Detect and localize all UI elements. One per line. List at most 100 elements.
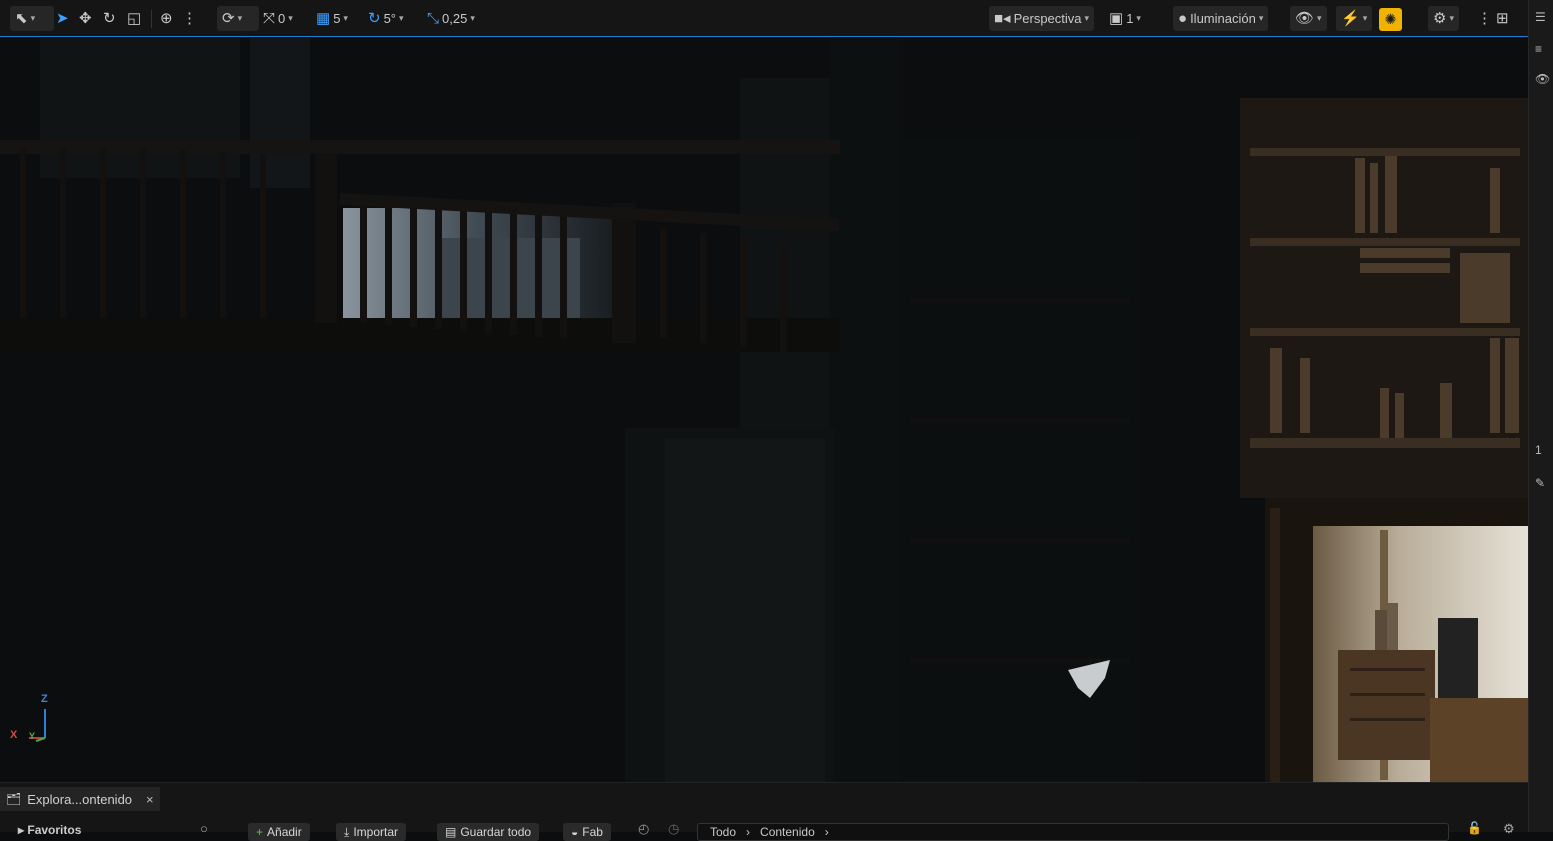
performance-dropdown[interactable]: ⚡ ▾	[1336, 6, 1373, 31]
magnet-icon: ⟳	[222, 10, 235, 27]
coordinate-system-button[interactable]: ⊕	[160, 6, 173, 31]
globe-icon: ⊕	[160, 10, 173, 27]
favorites-expander[interactable]: ▸ Favoritos	[18, 823, 81, 837]
translate-tool-button[interactable]: ✥	[79, 6, 92, 31]
realtime-icon: ✺	[1384, 11, 1397, 27]
axis-gizmo: Z X Y	[8, 693, 56, 745]
save-icon: ▤	[445, 825, 457, 839]
grid-snap-dropdown[interactable]: ▦ 5 ▾	[316, 6, 348, 31]
sphere-icon: ●	[1178, 10, 1188, 27]
camera-speed-dropdown[interactable]: ▣ 1 ▾	[1109, 6, 1141, 31]
import-icon: ⤓	[344, 824, 350, 839]
content-browser-toolbar: ▸ Favoritos ○ + Añadir ⤓ Importar ▤ Guar…	[0, 819, 1528, 841]
fab-icon: ◒	[571, 825, 579, 839]
camera-speed-icon: ▣	[1109, 10, 1124, 27]
content-browser: 🗂 Explora...ontenido × ▸ Favoritos ○ + A…	[0, 782, 1528, 841]
rotate-icon: ↻	[103, 10, 116, 27]
eye-icon: 👁	[1295, 10, 1315, 27]
view-mode-dropdown[interactable]: ■◂ Perspectiva ▾	[989, 6, 1095, 31]
layout-grid-icon: ⊞	[1496, 10, 1509, 27]
close-icon[interactable]: ×	[146, 792, 154, 807]
translate-snap-dropdown[interactable]: ⤧ 0 ▾	[263, 6, 293, 31]
viewport-toolbar: ⬉ ▾ ➤ ✥ ↻ ◱ ⊕ ⋮ ⟳ ▾ ⤧ 0 ▾ ▦ 5 ▾ ↻ 5° ▾ ⤡ 0,25…	[0, 0, 1528, 37]
tab-content-browser[interactable]: 🗂 Explora...ontenido ×	[0, 787, 160, 811]
breadcrumb-item-content[interactable]: Contenido	[760, 825, 815, 839]
chevron-down-icon: ▾	[237, 13, 243, 23]
import-label: Importar	[353, 825, 398, 839]
save-all-label: Guardar todo	[460, 825, 532, 839]
camera-speed-value: 1	[1126, 11, 1134, 26]
chevron-down-icon: ▾	[1317, 13, 1322, 23]
lighting-mode-dropdown[interactable]: ● Iluminación ▾	[1173, 6, 1269, 31]
add-button[interactable]: + Añadir	[248, 823, 310, 841]
scale-snap-icon: ⤡	[427, 10, 440, 27]
axis-y-label: Y	[29, 731, 36, 741]
chevron-down-icon: ▾	[1449, 13, 1454, 23]
tab-label: Explora...ontenido	[27, 791, 133, 807]
scale-tool-button[interactable]: ◱	[127, 6, 141, 31]
chevron-down-icon: ▾	[1362, 13, 1368, 23]
chevron-down-icon: ▾	[399, 13, 404, 23]
level-viewport[interactable]: Z X Y	[0, 38, 1528, 782]
grid-snap-value: 5	[333, 11, 341, 26]
plus-icon: +	[256, 825, 264, 839]
select-mode-dropdown[interactable]: ⬉ ▾	[10, 6, 54, 31]
lock-icon[interactable]: 🔓	[1467, 821, 1482, 835]
fab-button[interactable]: ◒ Fab	[563, 823, 611, 841]
move-icon: ✥	[79, 10, 92, 27]
show-flags-dropdown[interactable]: 👁 ▾	[1290, 6, 1327, 31]
lighting-mode-label: Iluminación	[1190, 11, 1256, 26]
viewport-options-button[interactable]: ⋮	[1477, 6, 1492, 31]
folder-icon: 🗂	[6, 792, 22, 806]
list-icon[interactable]: ☰	[1535, 10, 1546, 24]
cursor-select-icon: ⬉	[15, 10, 28, 27]
viewport-settings-dropdown[interactable]: ⚙ ▾	[1428, 6, 1459, 31]
save-all-button[interactable]: ▤ Guardar todo	[437, 823, 540, 841]
rotation-snap-value: 5°	[383, 11, 397, 26]
details-panel-collapsed: ☰ ≡ 👁 1 ✎	[1528, 0, 1553, 832]
layout-button[interactable]: ⊞	[1496, 6, 1509, 31]
forward-icon[interactable]: ◷	[668, 821, 679, 837]
gear-icon[interactable]: ⚙	[1503, 821, 1515, 837]
favorites-label: Favoritos	[27, 823, 82, 837]
marker-label: 1	[1535, 443, 1542, 457]
chevron-down-icon: ▾	[470, 13, 475, 23]
chevron-down-icon: ▾	[1136, 13, 1141, 23]
edit-icon[interactable]: ✎	[1535, 476, 1545, 490]
kebab-menu-icon: ⋮	[1477, 10, 1492, 27]
scale-snap-value: 0,25	[442, 11, 468, 26]
chevron-down-icon: ▾	[30, 13, 36, 23]
filter-icon[interactable]: ≡	[1535, 42, 1542, 56]
kebab-menu-icon: ⋮	[182, 10, 197, 27]
surface-snap-dropdown[interactable]: ⟳ ▾	[217, 6, 259, 31]
arrow-pointer-icon: ➤	[56, 10, 69, 27]
scene-render	[0, 38, 1528, 782]
camera-icon: ■◂	[994, 10, 1011, 27]
gear-icon: ⚙	[1433, 10, 1447, 27]
chevron-right-icon: ›	[746, 825, 751, 839]
performance-icon: ⚡	[1341, 10, 1360, 27]
breadcrumb-item-all[interactable]: Todo	[710, 825, 736, 839]
chevron-right-icon: ›	[824, 825, 829, 839]
more-options-button[interactable]: ⋮	[182, 6, 197, 31]
breadcrumb: Todo › Contenido ›	[697, 823, 1449, 841]
chevron-down-icon: ▾	[288, 13, 293, 23]
eye-icon[interactable]: 👁	[1535, 72, 1550, 86]
scale-icon: ◱	[127, 10, 142, 27]
rotation-snap-icon: ↻	[368, 10, 381, 27]
back-icon[interactable]: ◴	[638, 821, 649, 837]
import-button[interactable]: ⤓ Importar	[336, 823, 406, 841]
divider	[151, 10, 152, 28]
fab-label: Fab	[582, 825, 603, 839]
chevron-down-icon: ▾	[1258, 13, 1264, 23]
realtime-toggle-button[interactable]: ✺	[1379, 8, 1402, 31]
scale-snap-dropdown[interactable]: ⤡ 0,25 ▾	[427, 6, 475, 31]
add-label: Añadir	[267, 825, 302, 839]
grid-icon: ▦	[316, 10, 331, 27]
rotation-snap-dropdown[interactable]: ↻ 5° ▾	[368, 6, 404, 31]
rotate-tool-button[interactable]: ↻	[103, 6, 116, 31]
select-tool-button[interactable]: ➤	[56, 6, 69, 31]
view-mode-label: Perspectiva	[1013, 11, 1082, 26]
search-icon[interactable]: ○	[200, 821, 208, 836]
axis-x-label: X	[10, 729, 18, 741]
